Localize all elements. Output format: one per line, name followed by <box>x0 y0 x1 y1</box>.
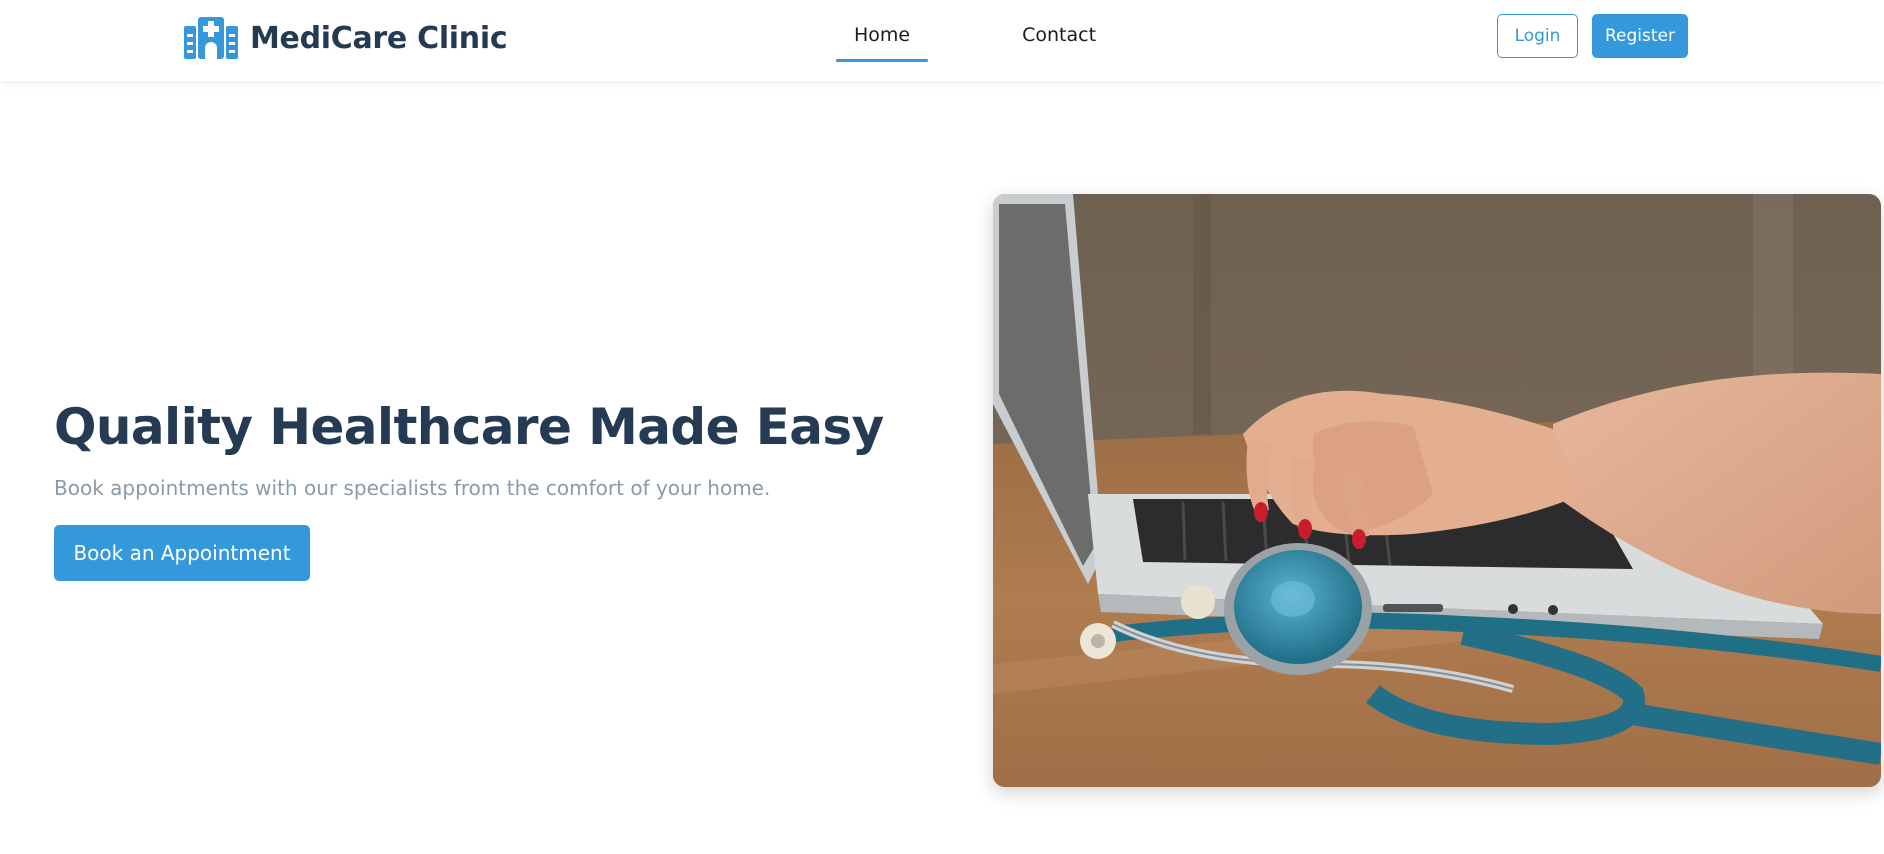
hero-subtitle: Book appointments with our specialists f… <box>54 476 771 500</box>
main-nav: Home Contact <box>836 0 1114 81</box>
hero-image <box>993 194 1881 787</box>
hero-title: Quality Healthcare Made Easy <box>54 398 884 456</box>
book-appointment-button[interactable]: Book an Appointment <box>54 525 310 581</box>
auth-actions: Login Register <box>1497 14 1688 58</box>
hospital-building-icon <box>184 17 238 59</box>
top-navbar: MediCare Clinic Home Contact Login Regis… <box>0 0 1884 81</box>
brand-name: MediCare Clinic <box>250 20 508 56</box>
laptop-stethoscope-photo <box>993 194 1881 787</box>
login-button[interactable]: Login <box>1497 14 1578 58</box>
register-button[interactable]: Register <box>1592 14 1688 58</box>
hero-text: Quality Healthcare Made Easy Book appoin… <box>54 395 954 581</box>
nav-link-home[interactable]: Home <box>836 0 929 62</box>
nav-link-contact[interactable]: Contact <box>1004 0 1114 62</box>
brand-logo[interactable]: MediCare Clinic <box>184 14 508 62</box>
